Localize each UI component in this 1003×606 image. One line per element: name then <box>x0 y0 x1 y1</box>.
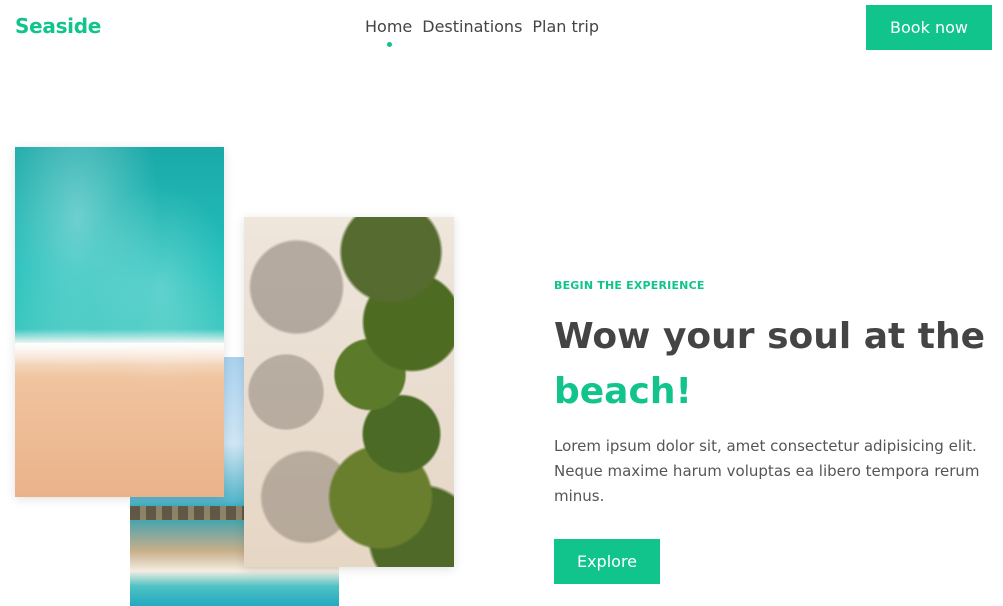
hero-description: Lorem ipsum dolor sit, amet consectetur … <box>554 437 980 505</box>
hero-eyebrow: BEGIN THE EXPERIENCE <box>554 279 705 292</box>
nav-item-destinations[interactable]: Destinations <box>422 17 522 36</box>
ocean-waves-image <box>15 147 224 497</box>
nav-item-plan-trip[interactable]: Plan trip <box>532 17 599 36</box>
nav-item-home[interactable]: Home <box>365 17 412 47</box>
book-now-button[interactable]: Book now <box>866 5 992 50</box>
logo[interactable]: Seaside <box>15 14 101 38</box>
hero-title: Wow your soul at the beach! <box>554 309 994 419</box>
hero-title-accent: beach! <box>554 371 692 412</box>
explore-button[interactable]: Explore <box>554 539 660 584</box>
palm-trees-image <box>244 217 454 567</box>
main-nav: Home Destinations Plan trip <box>365 17 599 47</box>
hero-title-main: Wow your soul at the <box>554 316 986 357</box>
